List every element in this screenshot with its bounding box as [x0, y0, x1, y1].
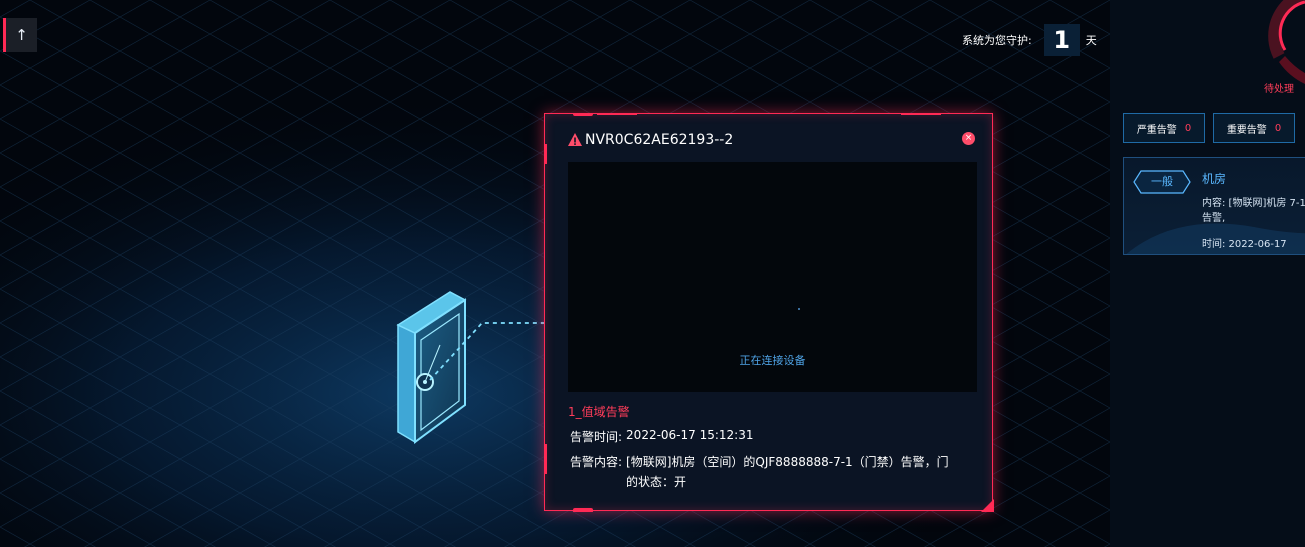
alarm-card-title: 机房 [1202, 172, 1227, 186]
up-arrow-icon: ↑ [15, 26, 28, 44]
monitoring-scene: ↑ 系统为您守护: 1 天 1 待处理 严重告警 0 重要告警 0 [0, 0, 1305, 547]
alarm-side-panel: 1 待处理 严重告警 0 重要告警 0 一般 机房 内容: [物联网]机房 7-… [1110, 0, 1305, 547]
video-status-text: 正在连接设备 [739, 354, 806, 367]
alarm-content-label: 告警内容: [570, 455, 623, 469]
guard-days: 系统为您守护: 1 天 [962, 24, 1097, 56]
alarm-card-time: 时间: 2022-06-17 [1202, 239, 1287, 250]
filter-chip-major[interactable]: 重要告警 0 [1213, 113, 1295, 143]
alarm-type: 1_值域告警 [568, 405, 630, 419]
alarm-time-value: 2022-06-17 15:12:31 [626, 428, 754, 442]
filter-chip-label: 重要告警 [1226, 124, 1267, 136]
video-player[interactable]: 正在连接设备 [568, 162, 977, 392]
close-icon[interactable]: × [962, 132, 975, 145]
guard-days-value: 1 [1043, 24, 1080, 56]
level-badge-label: 一般 [1151, 175, 1173, 188]
warning-icon [568, 133, 582, 146]
collapse-button[interactable]: ↑ [3, 18, 37, 52]
filter-chip-critical[interactable]: 严重告警 0 [1123, 113, 1205, 143]
popup-title: NVR0C62AE62193--2 [585, 132, 734, 148]
alarm-content-row: 告警内容: [物联网]机房（空间）的QJF8888888-7-1（门禁）告警，门… [570, 452, 956, 492]
filter-chip-count: 0 [1274, 122, 1282, 134]
guard-label: 系统为您守护: [962, 34, 1032, 47]
alarm-time-row: 告警时间: 2022-06-17 15:12:31 [570, 428, 754, 445]
alarm-time-label: 告警时间: [570, 430, 623, 444]
alarm-card-content: 内容: [物联网]机房 7-1（门禁）告警, [1202, 198, 1305, 224]
filter-chip-label: 严重告警 [1136, 124, 1177, 136]
alarm-list-item[interactable]: 一般 机房 内容: [物联网]机房 7-1（门禁）告警, 时间: 2022-06… [1123, 157, 1305, 255]
level-badge: 一般 [1133, 170, 1191, 194]
alarm-detail-popup: NVR0C62AE62193--2 × 正在连接设备 1_值域告警 告警时间: … [544, 113, 994, 512]
alarm-content-value: [物联网]机房（空间）的QJF8888888-7-1（门禁）告警，门的状态：开 [626, 455, 949, 489]
filter-chip-count: 0 [1184, 122, 1192, 134]
pending-label: 待处理 [1264, 84, 1294, 95]
guard-days-unit: 天 [1085, 34, 1097, 47]
video-loading-dot [798, 308, 800, 310]
